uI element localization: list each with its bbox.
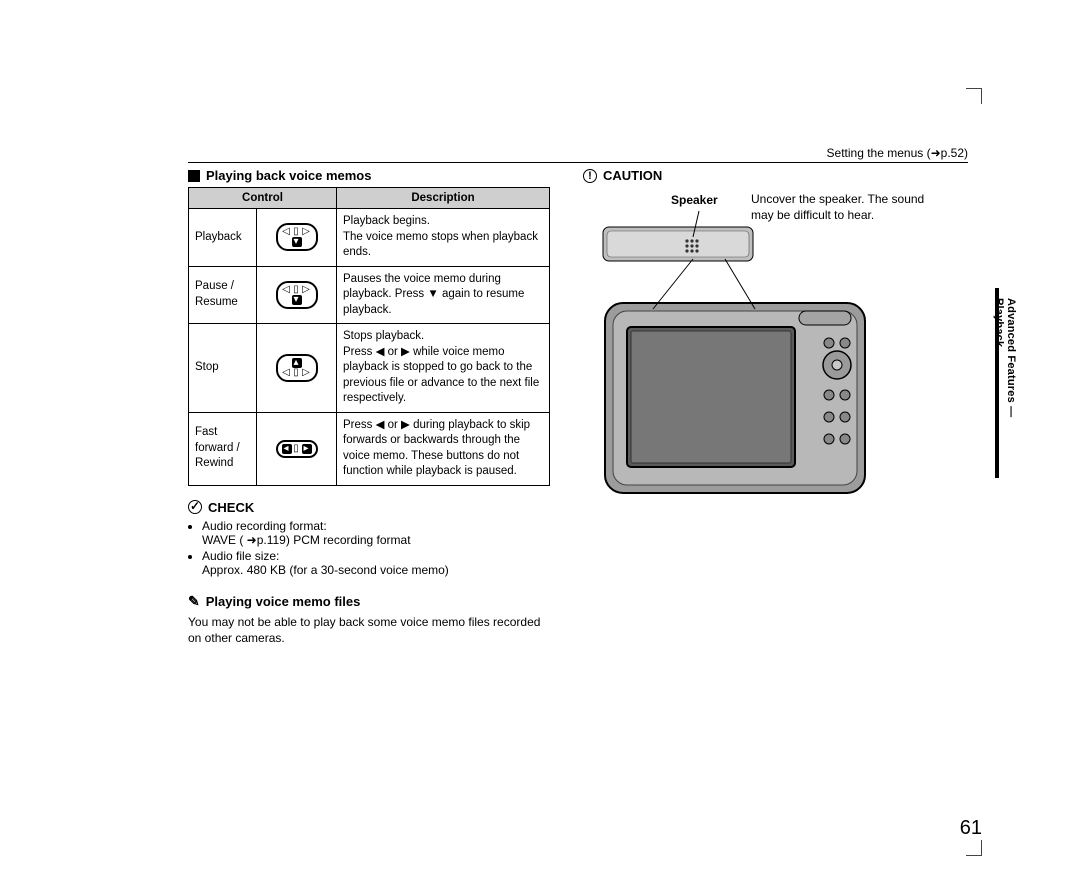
check-icon — [188, 500, 202, 514]
row-name: Playback — [189, 209, 257, 267]
hand-icon: ✎ — [188, 593, 200, 610]
side-tab: Advanced Features — Playback — [993, 298, 1013, 448]
side-tab-bar — [995, 288, 999, 478]
section-title-text: Playing back voice memos — [206, 168, 371, 183]
row-desc: Stops playback. Press ◀ or ▶ while voice… — [337, 324, 550, 413]
col-description: Description — [337, 188, 550, 209]
caution-title: ! CAUTION — [583, 168, 953, 183]
camera-svg — [583, 193, 923, 533]
caution-title-text: CAUTION — [603, 168, 662, 183]
files-block: ✎ Playing voice memo files You may not b… — [188, 593, 550, 646]
dpad-icon-down: ◁▯▷▾ — [276, 281, 318, 309]
controls-table: Control Description Playback ◁▯▷▾ Playba… — [188, 187, 550, 486]
check-block: CHECK Audio recording format: WAVE ( ➜p.… — [188, 500, 550, 577]
list-item: Audio file size: Approx. 480 KB (for a 3… — [202, 549, 550, 577]
check-title-text: CHECK — [208, 500, 254, 515]
row-name: Fast forward / Rewind — [189, 412, 257, 485]
right-column: ! CAUTION Speaker Uncover the speaker. T… — [583, 168, 953, 533]
dpad-cell: ◁▯▷▾ — [257, 266, 337, 324]
square-bullet-icon — [188, 170, 200, 182]
check-title: CHECK — [188, 500, 550, 515]
caution-icon: ! — [583, 169, 597, 183]
col-control: Control — [189, 188, 337, 209]
row-name: Pause / Resume — [189, 266, 257, 324]
page-number: 61 — [960, 817, 982, 840]
row-desc: Press ◀ or ▶ during playback to skip for… — [337, 412, 550, 485]
dpad-cell: ◂▯▸ — [257, 412, 337, 485]
list-item: Audio recording format: WAVE ( ➜p.119) P… — [202, 519, 550, 547]
dpad-icon-lr: ◂▯▸ — [276, 440, 318, 458]
crop-mark-br — [966, 840, 982, 856]
section-title-playing-back: Playing back voice memos — [188, 168, 550, 183]
row-desc: Playback begins. The voice memo stops wh… — [337, 209, 550, 267]
crop-mark-tr — [966, 88, 982, 104]
table-row: Fast forward / Rewind ◂▯▸ Press ◀ or ▶ d… — [189, 412, 550, 485]
dpad-cell: ◁▯▷▾ — [257, 209, 337, 267]
left-column: Playing back voice memos Control Descrip… — [188, 168, 550, 646]
files-text: You may not be able to play back some vo… — [188, 614, 550, 646]
files-title-text: Playing voice memo files — [206, 594, 361, 609]
check-list: Audio recording format: WAVE ( ➜p.119) P… — [188, 519, 550, 577]
page-body: Playing back voice memos Control Descrip… — [188, 150, 968, 830]
dpad-icon-up: ▴◁▯▷ — [276, 354, 318, 382]
files-title: ✎ Playing voice memo files — [188, 593, 550, 610]
row-name: Stop — [189, 324, 257, 413]
table-row: Stop ▴◁▯▷ Stops playback. Press ◀ or ▶ w… — [189, 324, 550, 413]
row-desc: Pauses the voice memo during playback. P… — [337, 266, 550, 324]
camera-illustration: Speaker Uncover the speaker. The sound m… — [583, 193, 923, 533]
table-row: Pause / Resume ◁▯▷▾ Pauses the voice mem… — [189, 266, 550, 324]
dpad-cell: ▴◁▯▷ — [257, 324, 337, 413]
dpad-icon-down: ◁▯▷▾ — [276, 223, 318, 251]
table-row: Playback ◁▯▷▾ Playback begins. The voice… — [189, 209, 550, 267]
